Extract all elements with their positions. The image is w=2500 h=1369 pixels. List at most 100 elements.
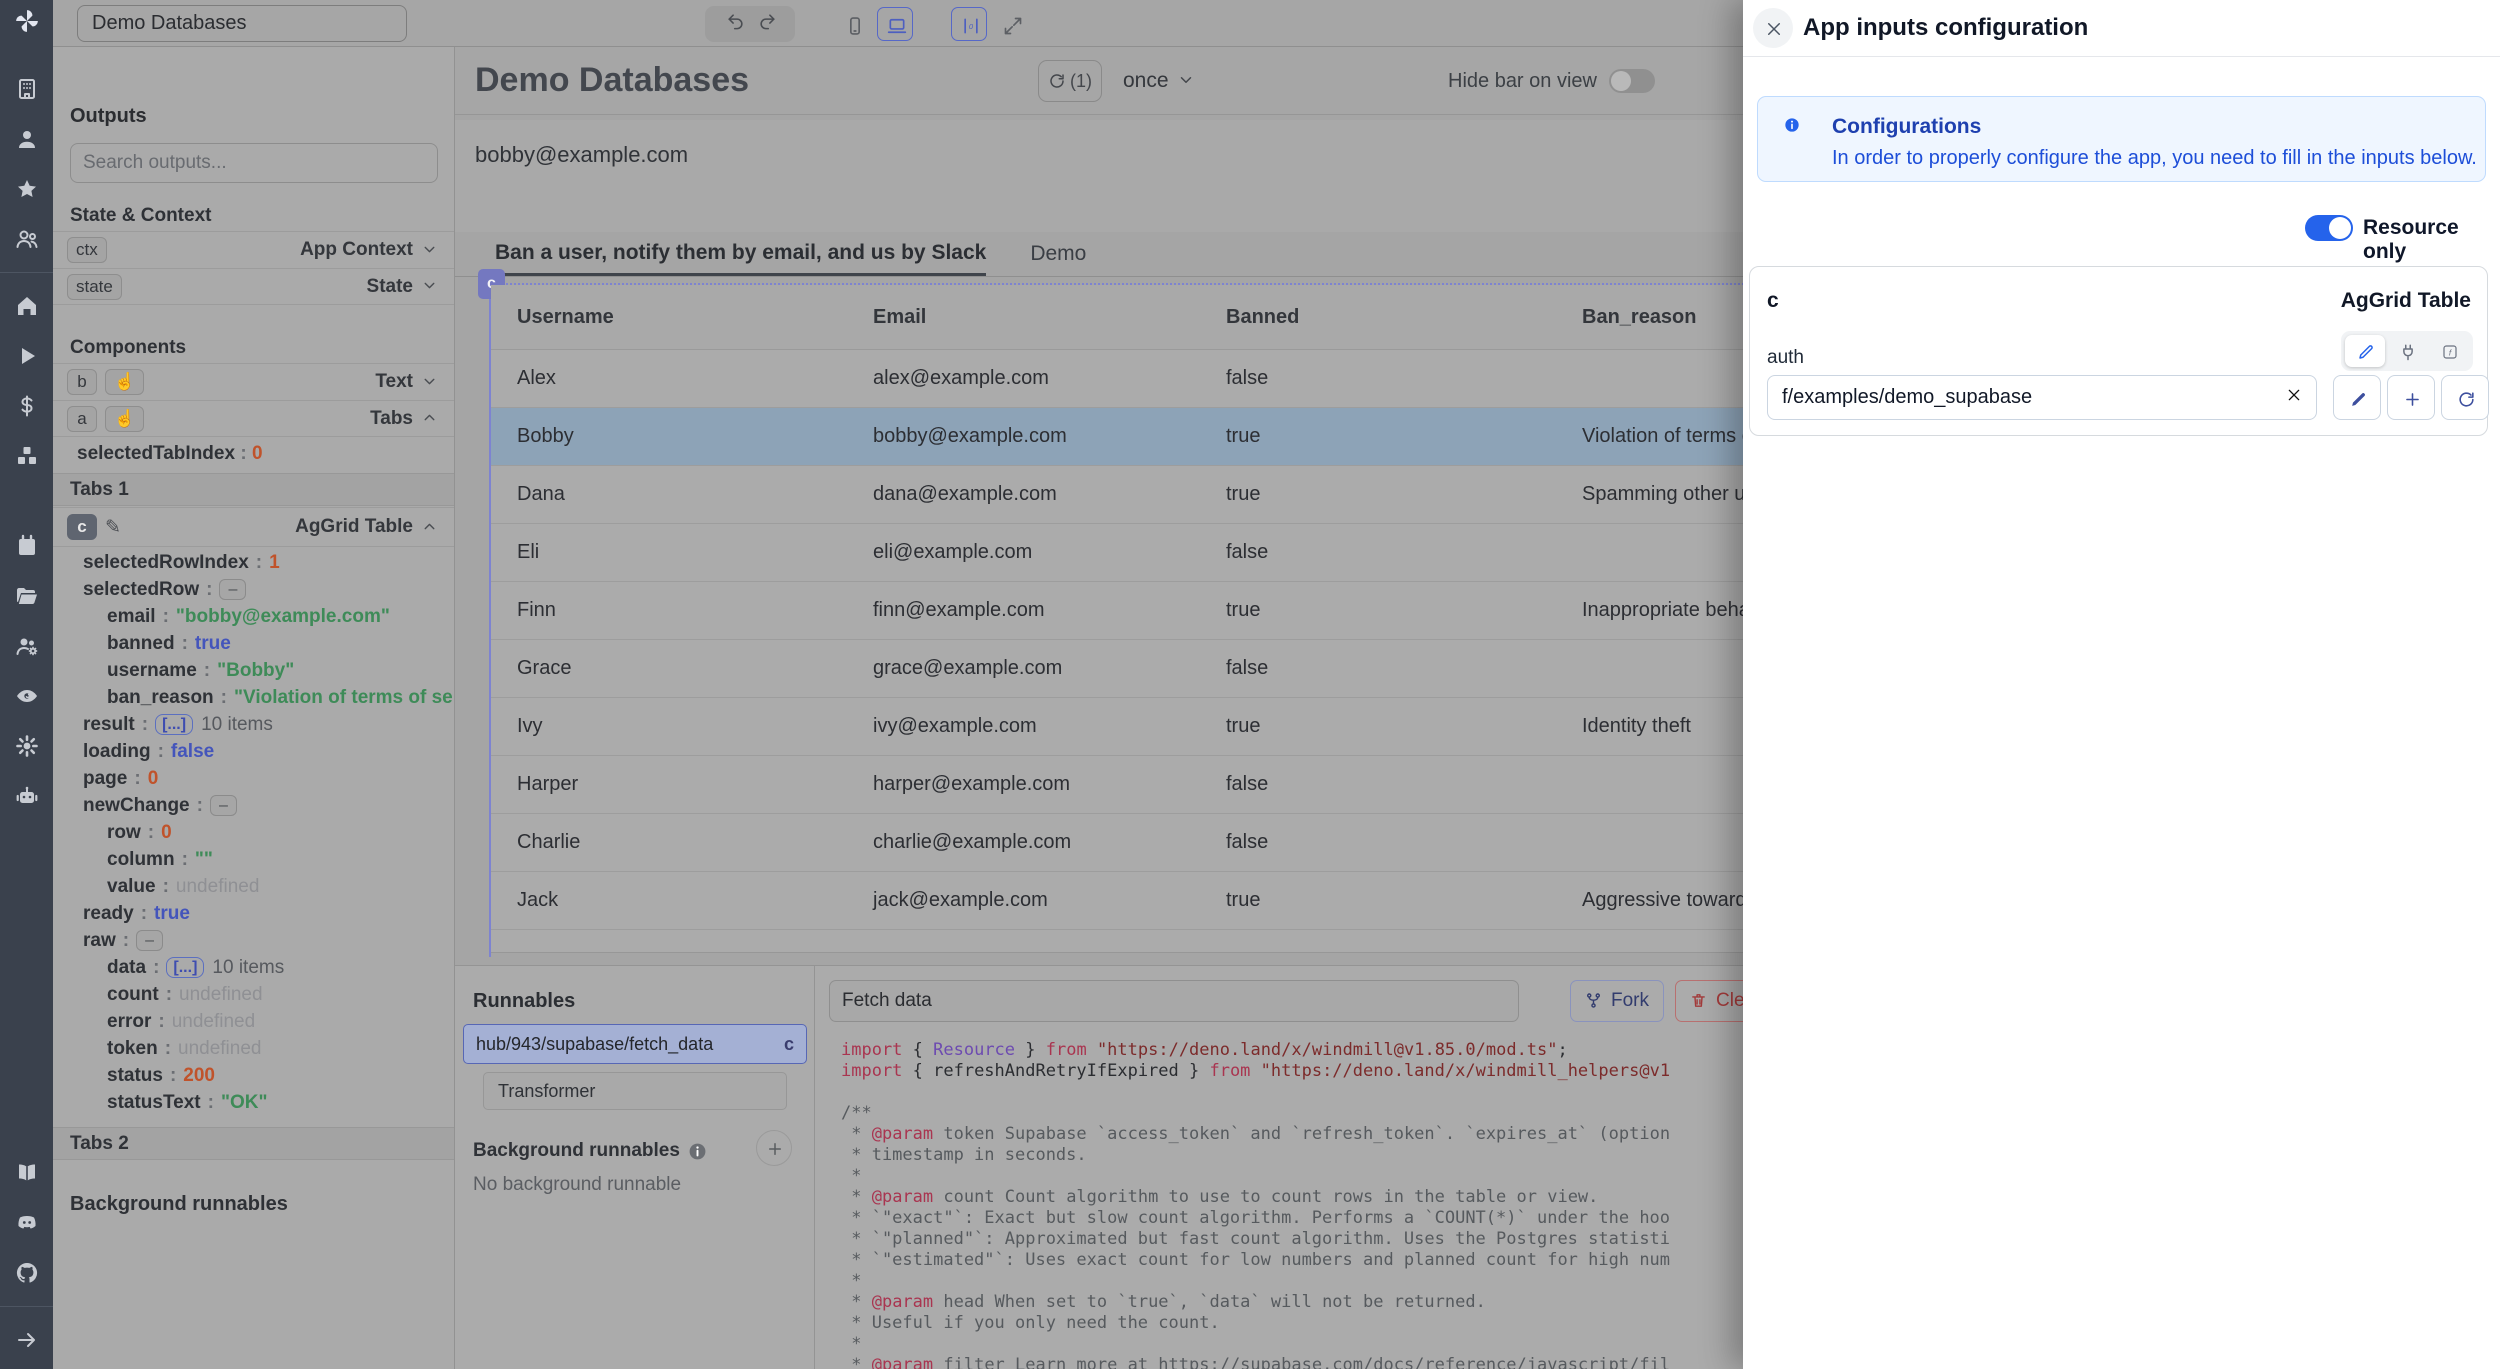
hand-pointer-icon: ☝ [105, 406, 144, 432]
robot-icon[interactable] [14, 783, 40, 809]
refresh-button[interactable]: (1) [1038, 60, 1102, 102]
output-tree-item[interactable]: ban_reason:"Violation of terms of servic… [53, 684, 454, 711]
column-header[interactable]: Email [873, 306, 1226, 329]
folder-icon[interactable] [14, 583, 40, 609]
add-background-runnable-button[interactable] [756, 1130, 792, 1166]
table-cell: jack@example.com [873, 889, 1226, 912]
drawer-header: App inputs configuration [1743, 0, 2500, 57]
chevron-down-icon [1177, 71, 1198, 92]
building-icon[interactable] [14, 76, 40, 102]
runnable-item-fetch-data[interactable]: hub/943/supabase/fetch_data c [463, 1024, 807, 1064]
expand-button[interactable] [993, 7, 1029, 41]
state-context-heading: State & Context [70, 205, 211, 227]
column-header[interactable]: Username [517, 306, 873, 329]
discord-icon[interactable] [14, 1210, 40, 1236]
dollar-icon[interactable] [14, 393, 40, 419]
user-icon[interactable] [14, 126, 40, 152]
output-tree-item[interactable]: token:undefined [53, 1035, 454, 1062]
star-icon[interactable] [14, 176, 40, 202]
output-tree-item[interactable]: page:0 [53, 765, 454, 792]
tab-ban-user[interactable]: Ban a user, notify them by email, and us… [495, 241, 986, 276]
output-tree-item[interactable]: error:undefined [53, 1008, 454, 1035]
users-gear-icon[interactable] [14, 633, 40, 659]
center-layout-button[interactable]: 0 [951, 7, 987, 41]
output-tree-item[interactable]: loading:false [53, 738, 454, 765]
eye-icon[interactable] [14, 683, 40, 709]
auth-resource-input[interactable] [1767, 375, 2317, 420]
output-tree-item[interactable]: selectedRowIndex:1 [53, 549, 454, 576]
table-cell: Eli [517, 541, 873, 564]
resource-only-toggle[interactable] [2305, 215, 2353, 241]
gear-icon[interactable] [14, 733, 40, 759]
output-tree-item[interactable]: statusText:"OK" [53, 1089, 454, 1116]
output-tree-item[interactable]: row:0 [53, 819, 454, 846]
output-row-ctx[interactable]: ctx App Context [53, 231, 454, 268]
output-tree-item[interactable]: email:"bobby@example.com" [53, 603, 454, 630]
info-icon [688, 1142, 706, 1160]
info-icon [1784, 117, 1808, 141]
output-tree-item[interactable]: count:undefined [53, 981, 454, 1008]
output-tree-item[interactable]: username:"Bobby" [53, 657, 454, 684]
pencil-icon[interactable]: ✎ [105, 516, 121, 539]
trash-icon [1690, 992, 1709, 1011]
refresh-icon [2457, 390, 2473, 406]
tabs2-section[interactable]: Tabs 2 [53, 1127, 454, 1160]
output-tree-item[interactable]: banned:true [53, 630, 454, 657]
column-header[interactable]: Banned [1226, 306, 1582, 329]
component-row-b[interactable]: b ☝ Text [53, 363, 454, 400]
output-tree-item[interactable]: newChange:– [53, 792, 454, 819]
edit-resource-button[interactable] [2333, 375, 2381, 420]
table-cell: finn@example.com [873, 599, 1226, 622]
output-tree-item[interactable]: value:undefined [53, 873, 454, 900]
hide-bar-toggle[interactable] [1609, 69, 1655, 93]
mobile-view-button[interactable] [835, 7, 871, 41]
book-icon[interactable] [14, 1160, 40, 1186]
github-icon[interactable] [14, 1260, 40, 1286]
output-tree-item[interactable]: raw:– [53, 927, 454, 954]
close-button[interactable] [1753, 8, 1793, 48]
run-mode-value: once [1123, 69, 1169, 93]
search-outputs-input[interactable] [70, 143, 438, 183]
state-type: State [367, 276, 413, 298]
info-text: In order to properly configure the app, … [1832, 147, 2477, 170]
output-tree-item[interactable]: data:[...]10 items [53, 954, 454, 981]
refresh-resource-button[interactable] [2441, 375, 2489, 420]
runnable-name-input[interactable] [829, 980, 1519, 1022]
component-row-a[interactable]: a ☝ Tabs [53, 400, 454, 437]
run-mode-select[interactable]: once [1123, 60, 1198, 102]
static-mode-button[interactable] [2345, 335, 2385, 367]
play-icon[interactable] [14, 343, 40, 369]
chevron-up-icon [421, 518, 440, 537]
tabs1-section[interactable]: Tabs 1 [53, 473, 454, 506]
app-name-input[interactable] [77, 5, 407, 42]
redo-icon[interactable] [758, 12, 774, 36]
boxes-icon[interactable] [14, 443, 40, 469]
runnable-path: hub/943/supabase/fetch_data [476, 1034, 713, 1055]
team-icon[interactable] [14, 226, 40, 252]
fork-button[interactable]: Fork [1570, 980, 1664, 1022]
text-component-value: bobby@example.com [475, 142, 688, 168]
configurations-info-box: Configurations In order to properly conf… [1757, 96, 2486, 182]
calendar-icon[interactable] [14, 533, 40, 559]
desktop-view-button[interactable] [877, 7, 913, 41]
home-icon[interactable] [14, 293, 40, 319]
undo-icon[interactable] [726, 12, 742, 36]
table-cell: Dana [517, 483, 873, 506]
tab-demo[interactable]: Demo [1030, 242, 1086, 276]
component-id: c [1767, 289, 1779, 313]
component-row-c[interactable]: c ✎ AgGrid Table [53, 507, 454, 547]
output-tree-item[interactable]: ready:true [53, 900, 454, 927]
connect-mode-button[interactable] [2387, 335, 2427, 367]
arrow-right-icon[interactable] [14, 1327, 40, 1353]
eval-mode-button[interactable]: f [2429, 335, 2469, 367]
output-tree-item[interactable]: selectedRow:– [53, 576, 454, 603]
clear-resource-icon[interactable] [2286, 387, 2306, 407]
output-tree-item[interactable]: column:"" [53, 846, 454, 873]
add-resource-button[interactable] [2387, 375, 2435, 420]
output-row-state[interactable]: state State [53, 268, 454, 305]
output-tree-item[interactable]: result:[...]10 items [53, 711, 454, 738]
hide-bar-label: Hide bar on view [1448, 70, 1597, 93]
transformer-button[interactable]: Transformer [483, 1072, 787, 1110]
svg-text:f: f [2449, 348, 2452, 357]
output-tree-item[interactable]: status:200 [53, 1062, 454, 1089]
